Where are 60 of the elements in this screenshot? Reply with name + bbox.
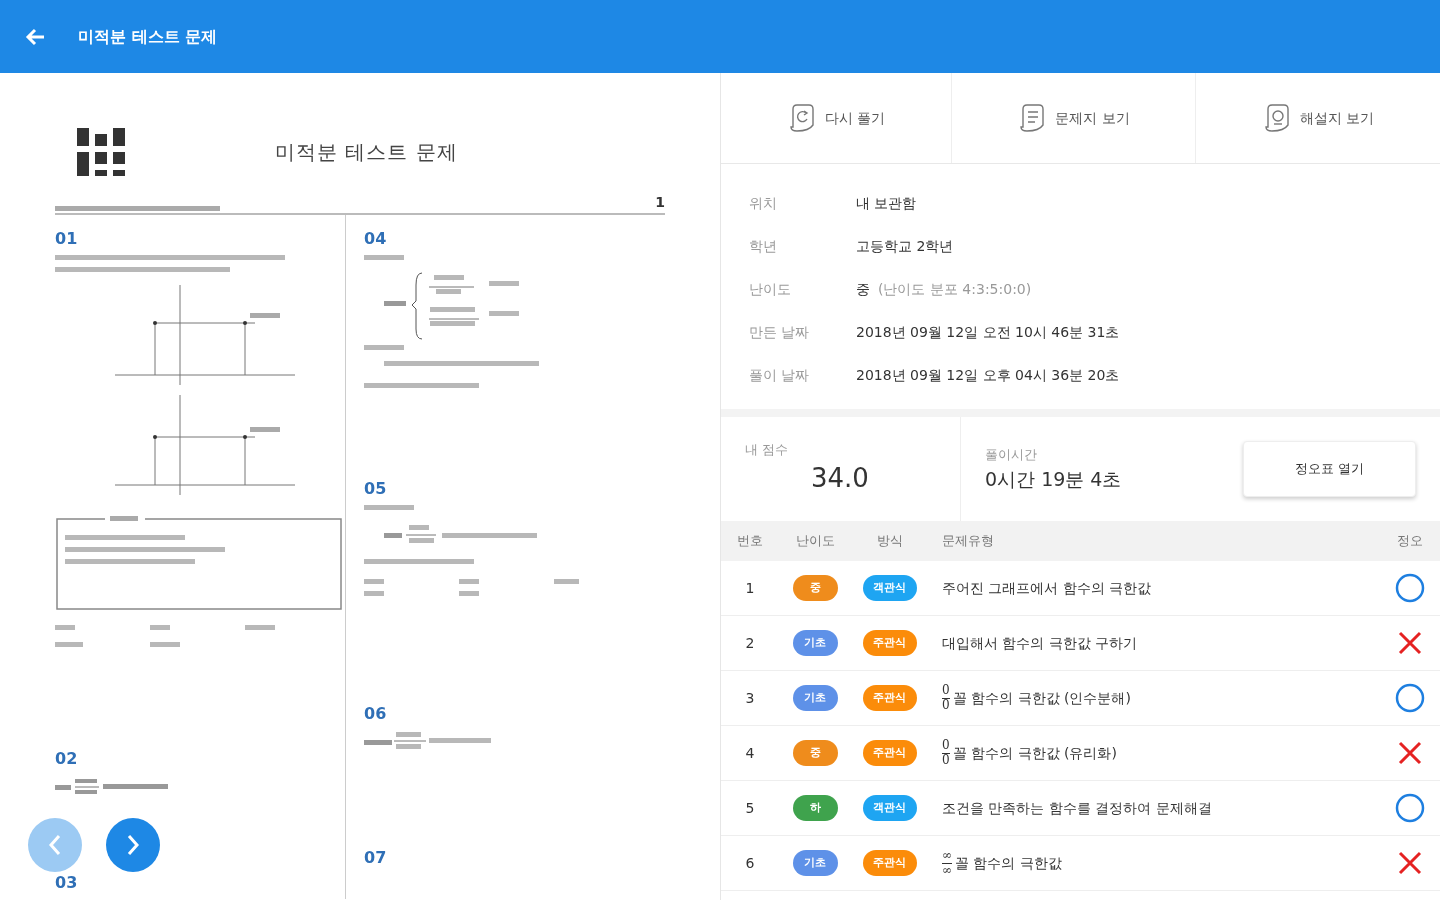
difficulty-tag: 기초 bbox=[792, 630, 838, 656]
question-number: 06 bbox=[364, 706, 388, 722]
question-type: 꼴 함수의 극한값 (인수분해) bbox=[952, 688, 1131, 708]
column-header: 번호 bbox=[737, 533, 763, 549]
difficulty-tag: 중 bbox=[792, 740, 838, 766]
method-tag: 객관식 bbox=[862, 795, 917, 821]
difficulty-tag: 기초 bbox=[792, 850, 838, 876]
question-number: 04 bbox=[364, 231, 388, 247]
question-number: 07 bbox=[364, 850, 388, 866]
question-number: 1 bbox=[745, 579, 755, 596]
difficulty-tag: 중 bbox=[792, 575, 838, 601]
solving-time-value: 0시간 19분 4초 bbox=[985, 466, 1123, 492]
info-value: 내 보관함 bbox=[856, 194, 917, 213]
method-tag: 주관식 bbox=[862, 740, 917, 766]
info-value: 고등학교 2학년 bbox=[856, 237, 954, 256]
info-label: 만든 날짜 bbox=[749, 323, 811, 342]
page-number: 1 bbox=[655, 193, 665, 212]
info-value: 2018년 09월 12일 오후 04시 36분 20초 bbox=[856, 366, 1120, 385]
question-number: 6 bbox=[745, 854, 755, 871]
column-header: 방식 bbox=[876, 532, 903, 551]
question-number: 01 bbox=[55, 231, 79, 247]
column-header: 정오 bbox=[1397, 532, 1423, 551]
info-note: (난이도 분포 4:3:5:0:0) bbox=[878, 280, 1032, 299]
fraction: 0 0 bbox=[942, 684, 950, 712]
score-value: 34.0 bbox=[811, 462, 870, 496]
question-type: 꼴 함수의 극한값 (유리화) bbox=[952, 743, 1117, 763]
question-number: 5 bbox=[745, 799, 755, 816]
difficulty-tag: 하 bbox=[792, 795, 838, 821]
info-label: 위치 bbox=[749, 194, 778, 213]
open-answer-sheet-button[interactable]: 정오표 열기 bbox=[1243, 441, 1416, 497]
question-type: 꼴 함수의 극한값 bbox=[955, 853, 1062, 873]
method-tag: 객관식 bbox=[862, 575, 917, 601]
question-number: 4 bbox=[745, 744, 755, 761]
question-type: 대입해서 함수의 극한값 구하기 bbox=[942, 633, 1138, 653]
question-type: 주어진 그래프에서 함수의 극한값 bbox=[942, 578, 1152, 598]
difficulty-tag: 기초 bbox=[792, 685, 838, 711]
info-label: 학년 bbox=[749, 237, 778, 256]
question-number: 2 bbox=[745, 634, 755, 651]
question-number: 02 bbox=[55, 751, 79, 767]
method-tag: 주관식 bbox=[862, 685, 917, 711]
solving-time-label: 풀이시간 bbox=[985, 446, 1038, 464]
qr-code-icon bbox=[77, 128, 125, 176]
method-tag: 주관식 bbox=[862, 630, 917, 656]
question-number: 05 bbox=[364, 481, 388, 497]
score-label: 내 점수 bbox=[745, 440, 790, 459]
next-page-button[interactable] bbox=[106, 818, 160, 872]
column-header: 난이도 bbox=[795, 532, 835, 551]
document-title: 미적분 테스트 문제 bbox=[275, 139, 458, 166]
method-tag: 주관식 bbox=[862, 850, 917, 876]
app-title: 미적분 테스트 문제 bbox=[78, 25, 218, 48]
column-header: 문제유형 bbox=[942, 532, 994, 551]
question-number: 03 bbox=[55, 875, 79, 891]
info-label: 난이도 bbox=[749, 280, 792, 299]
question-number: 3 bbox=[745, 689, 755, 706]
info-label: 풀이 날짜 bbox=[749, 366, 811, 385]
fraction: ∞ ∞ bbox=[942, 849, 952, 877]
info-value: 2018년 09월 12일 오전 10시 46분 31초 bbox=[856, 323, 1120, 342]
info-value: 중 bbox=[856, 280, 870, 299]
question-type: 조건을 만족하는 함수를 결정하여 문제해결 bbox=[942, 798, 1212, 818]
fraction: 0 0 bbox=[942, 739, 950, 767]
